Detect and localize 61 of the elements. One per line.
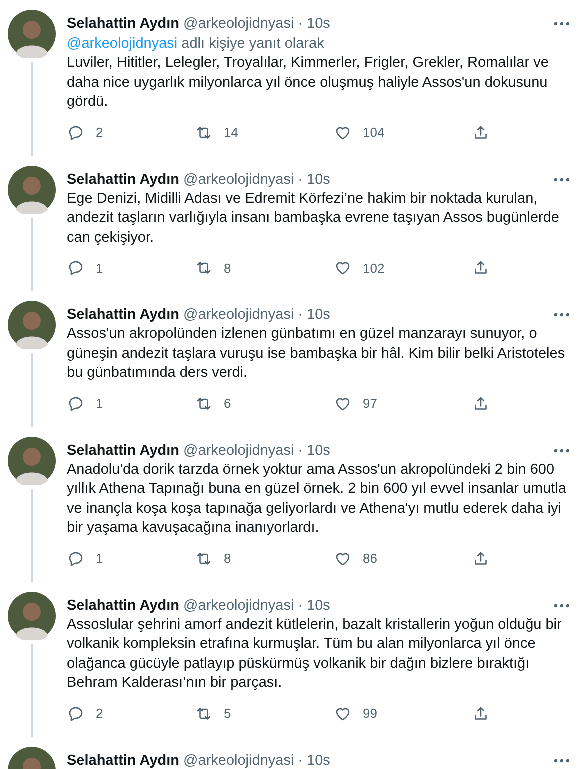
separator: · <box>298 596 304 616</box>
share-icon[interactable] <box>472 704 490 722</box>
author-handle[interactable]: @arkeolojidnyasi <box>184 14 294 34</box>
tweet-text: Ege Denizi, Midilli Adası ve Edremit Körfezi’ne hakim bir noktada kurulan, andezit taşların varlığıyla insanı bambaşka evrene taşıyan Assos bugünlerde can çekişiyor. <box>67 190 560 248</box>
reply-icon[interactable] <box>67 550 85 568</box>
avatar-icon[interactable] <box>8 166 56 214</box>
retweet-count: 5 <box>224 706 232 721</box>
tweet-text: Assoslular şehrini amorf andezit kütlelerin, bazalt kristallerin yoğun olduğu bir volkanik kompleksin etrafına kurmuşlar. Tüm bu alan milyonlarca yıl önce olağanca gücüyle patlayıp püskürmüş volkanik bir dağın bizlere bıraktığı Behram Kalderası’nın bir parçası. <box>67 616 563 693</box>
reply-icon[interactable] <box>67 259 85 277</box>
author-handle[interactable]: @arkeolojidnyasi <box>184 170 294 190</box>
separator: · <box>298 306 304 325</box>
timestamp[interactable]: 10s <box>307 305 330 325</box>
reply-count: 2 <box>96 125 104 140</box>
retweet-icon[interactable] <box>195 259 213 277</box>
author-handle[interactable]: @arkeolojidnyasi <box>184 305 294 325</box>
tweet-text: Luviler, Hititler, Lelegler, Troyalılar, Kimmerler, Frigler, Grekler, Romalılar ve daha nice uygarlık milyonlarca yıl önce oluşmuş haliyle Assos'un dokusunu gördü. <box>67 54 550 112</box>
author-handle[interactable]: @arkeolojidnyasi <box>184 440 294 460</box>
author-name[interactable]: Selahattin Aydın <box>67 14 180 34</box>
author-name[interactable]: Selahattin Aydın <box>67 596 180 616</box>
timestamp[interactable]: 10s <box>307 170 330 190</box>
retweet-count: 8 <box>224 551 232 566</box>
reply-icon[interactable] <box>67 704 85 722</box>
like-count: 99 <box>363 706 378 721</box>
avatar-icon[interactable] <box>8 10 56 58</box>
reply-icon[interactable] <box>67 394 85 412</box>
reply-count: 1 <box>96 260 104 276</box>
share-icon[interactable] <box>472 394 490 412</box>
author-name[interactable]: Selahattin Aydın <box>67 305 180 325</box>
retweet-count: 14 <box>224 125 238 140</box>
separator: · <box>298 15 304 34</box>
avatar-icon[interactable] <box>8 436 56 484</box>
reply-icon[interactable] <box>67 124 85 142</box>
author-handle[interactable]: @arkeolojidnyasi <box>184 596 294 616</box>
reply-count: 1 <box>96 396 104 411</box>
author-handle[interactable]: @arkeolojidnyasi <box>184 750 294 769</box>
timestamp[interactable]: 10s <box>307 440 330 460</box>
separator: · <box>298 752 304 769</box>
like-count: 104 <box>363 125 385 140</box>
like-count: 97 <box>363 396 378 411</box>
author-name[interactable]: Selahattin Aydın <box>67 440 180 460</box>
share-icon[interactable] <box>472 124 490 142</box>
retweet-count: 8 <box>224 260 232 276</box>
like-count: 86 <box>363 551 378 566</box>
tweet-text: Anadolu'da dorik tarzda örnek yoktur ama Assos'un akropolündeki 2 bin 600 yıllık Athena Tapınağı buna en güzel örnek. 2 bin 600 yıl evvel insanlar umutla ve inançla koşa koşa tapınağa geliyorlardı ve Athena'yı mutlu ederek daha iyi bir yaşama kavuşacağına inanıyorlardı. <box>67 460 568 538</box>
reply-count: 2 <box>96 706 104 721</box>
author-name[interactable]: Selahattin Aydın <box>67 170 180 190</box>
reply-count: 1 <box>96 551 104 566</box>
timestamp[interactable]: 10s <box>307 750 330 769</box>
timestamp[interactable]: 10s <box>307 14 330 34</box>
share-icon[interactable] <box>472 259 490 277</box>
timestamp[interactable]: 10s <box>307 596 330 616</box>
like-count: 102 <box>363 260 385 276</box>
avatar-icon[interactable] <box>8 592 56 640</box>
reply-context: adlı kişiye yanıt olarak <box>182 36 324 52</box>
retweet-count: 6 <box>224 396 232 411</box>
separator: · <box>298 170 304 190</box>
author-name[interactable]: Selahattin Aydın <box>67 750 180 769</box>
avatar-icon[interactable] <box>8 301 56 349</box>
separator: · <box>298 442 304 460</box>
tweet-text: Assos'un akropolünden izlenen günbatımı en güzel manzarayı sunuyor, o güneşin andezit taşlara vuruşu ise bambaşka bir hâl. Kim bilir belki Aristoteles bu günbatımında ders verdi. <box>67 325 566 383</box>
share-icon[interactable] <box>472 550 490 568</box>
